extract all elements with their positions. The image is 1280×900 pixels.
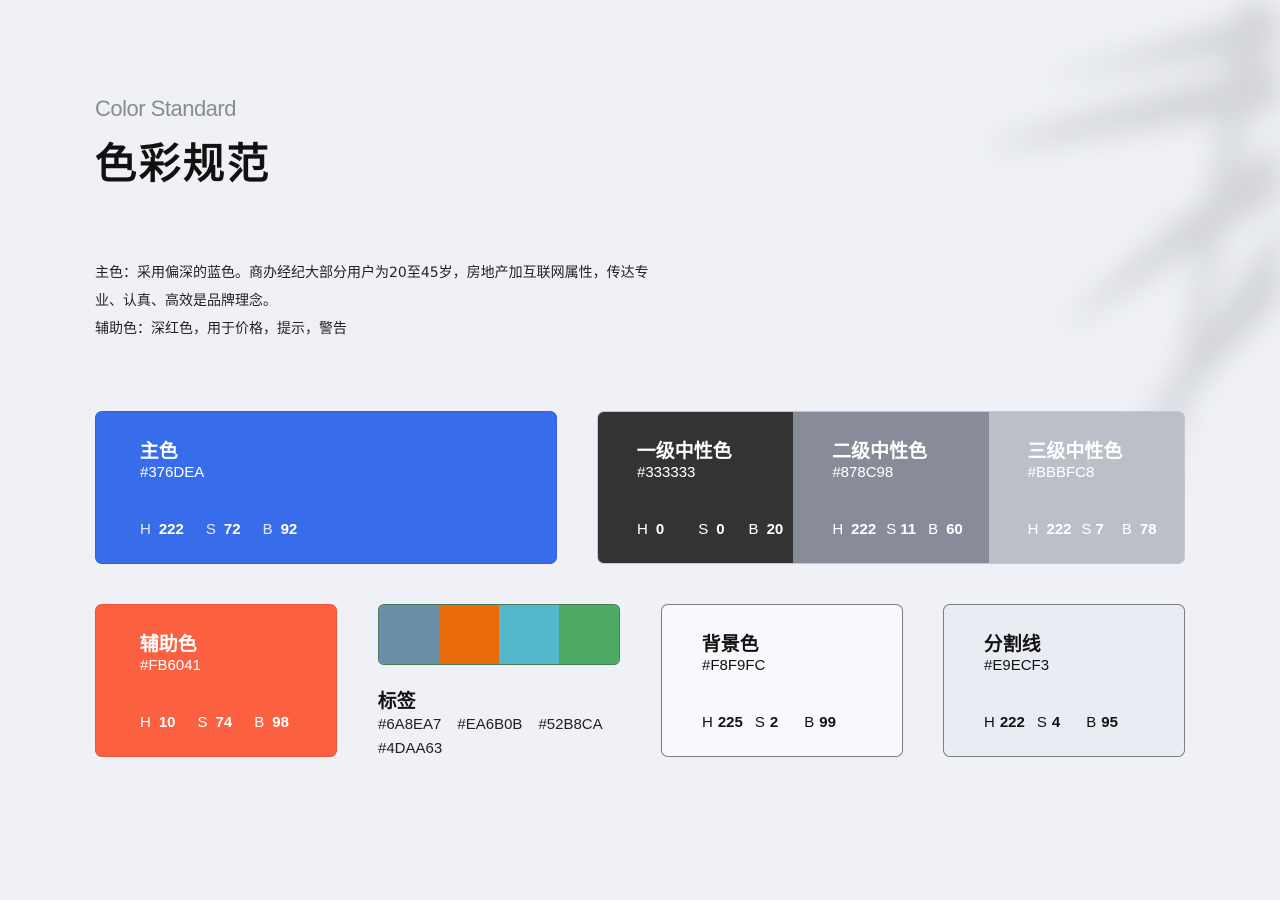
saturation-key: S (1036, 714, 1047, 731)
hue-key: H (984, 714, 995, 731)
tag-hex: #EA6B0B (457, 716, 523, 733)
swatch-label: 背景色 (702, 633, 760, 655)
primary-color-card: 主色 #376DEA H 222 S 72 B 92 (95, 411, 557, 564)
brightness-key: B (1121, 521, 1132, 538)
swatch-hex: #E9ECF3 (984, 657, 1050, 674)
saturation-value: 0 (716, 521, 725, 538)
hue-value: 0 (655, 521, 665, 538)
hue-value: 225 (717, 714, 743, 731)
brightness-key: B (262, 521, 273, 538)
swatch-hex: #878C98 (832, 464, 894, 481)
brightness-value: 98 (272, 714, 289, 731)
swatch-hex: #FB6041 (140, 657, 201, 674)
saturation-key: S (698, 521, 709, 538)
hsb-values: H 225 S2 B 99 (702, 714, 852, 731)
hue-key: H (140, 714, 151, 731)
hue-value: 10 (158, 714, 176, 731)
swatch-label: 主色 (140, 440, 179, 462)
brightness-key: B (804, 714, 815, 731)
swatch-label: 二级中性色 (832, 440, 928, 462)
neutral-colors-group: 一级中性色 #333333 H0 S0 B 20 二级中性色 #878C98 H2… (597, 411, 1185, 564)
hsb-values: H 222 S4 B 95 (984, 714, 1134, 731)
saturation-value: 4 (1051, 714, 1061, 731)
brightness-value: 92 (280, 521, 298, 538)
tag-swatch (379, 605, 439, 664)
brightness-value: 95 (1101, 714, 1118, 731)
hsb-values: H 10 S 74 B 98 (140, 714, 311, 731)
tag-hex: #4DAA63 (378, 740, 443, 757)
tag-color-strip (378, 604, 620, 665)
hue-key: H (832, 521, 844, 538)
hue-value: 222 (999, 714, 1025, 731)
brightness-key: B (748, 521, 759, 538)
neutral-color-2: 二级中性色 #878C98 H 222 S 11 B 60 (793, 412, 989, 563)
swatch-label: 分割线 (984, 633, 1042, 655)
hue-key: H (637, 521, 648, 538)
tag-hex: #6A8EA7 (378, 716, 442, 733)
saturation-value: 2 (769, 714, 779, 731)
swatch-label: 三级中性色 (1027, 440, 1123, 462)
swatch-hex: #333333 (637, 464, 696, 481)
neutral-color-3: 三级中性色 #BBBFC8 H 222 S7 B 78 (988, 412, 1184, 563)
description-line: 主色：采用偏深的蓝色。商办经纪大部分用户为20至45岁，房地产加互联网属性，传达… (95, 265, 649, 281)
saturation-value: 72 (223, 521, 241, 538)
swatch-hex: #376DEA (140, 464, 205, 481)
hue-key: H (702, 714, 713, 731)
hue-key: H (140, 521, 151, 538)
page-subtitle: Color Standard (95, 96, 236, 121)
brightness-value: 60 (946, 521, 963, 538)
hsb-values: H 222 S7 B 78 (1028, 521, 1175, 538)
hsb-values: H0 S0 B 20 (637, 521, 801, 538)
saturation-key: S (886, 521, 897, 538)
description-line: 业、认真、高效是品牌理念。 (95, 293, 277, 309)
swatch-hex: #BBBFC8 (1027, 464, 1095, 481)
description: 主色：采用偏深的蓝色。商办经纪大部分用户为20至45岁，房地产加互联网属性，传达… (95, 259, 735, 343)
swatch-label: 辅助色 (140, 633, 198, 655)
page-title: 色彩规范 (95, 139, 272, 188)
hue-value: 222 (851, 521, 877, 538)
tag-swatch (439, 605, 499, 664)
hue-value: 222 (1046, 521, 1072, 538)
saturation-key: S (197, 714, 208, 731)
tag-hex-list: #6A8EA7 #EA6B0B #52B8CA #4DAA63 (378, 713, 648, 761)
hsb-values: H 222 S 11 B 60 (832, 521, 980, 538)
brightness-key: B (254, 714, 265, 731)
brightness-value: 78 (1139, 521, 1157, 538)
brightness-value: 99 (819, 714, 836, 731)
neutral-color-1: 一级中性色 #333333 H0 S0 B 20 (598, 412, 794, 563)
description-line: 辅助色：深红色，用于价格，提示，警告 (95, 321, 347, 337)
tag-hex: #52B8CA (538, 716, 603, 733)
brightness-key: B (928, 521, 939, 538)
saturation-key: S (754, 714, 765, 731)
brightness-value: 20 (766, 521, 784, 538)
hue-value: 222 (158, 521, 184, 538)
tag-swatch (559, 605, 619, 664)
swatch-hex: #F8F9FC (702, 657, 766, 674)
tag-swatch (499, 605, 559, 664)
saturation-value: 11 (900, 521, 917, 538)
accent-color-card: 辅助色 #FB6041 H 10 S 74 B 98 (95, 604, 337, 757)
hue-key: H (1027, 521, 1039, 538)
divider-color-card: 分割线 #E9ECF3 H 222 S4 B 95 (943, 604, 1185, 757)
saturation-key: S (1081, 521, 1092, 538)
swatch-label: 一级中性色 (637, 440, 733, 462)
brightness-key: B (1086, 714, 1097, 731)
tag-title: 标签 (378, 690, 417, 712)
saturation-value: 74 (215, 714, 233, 731)
background-color-card: 背景色 #F8F9FC H 225 S2 B 99 (661, 604, 903, 757)
saturation-key: S (205, 521, 216, 538)
hsb-values: H 222 S 72 B 92 (140, 521, 319, 538)
saturation-value: 7 (1095, 521, 1104, 538)
